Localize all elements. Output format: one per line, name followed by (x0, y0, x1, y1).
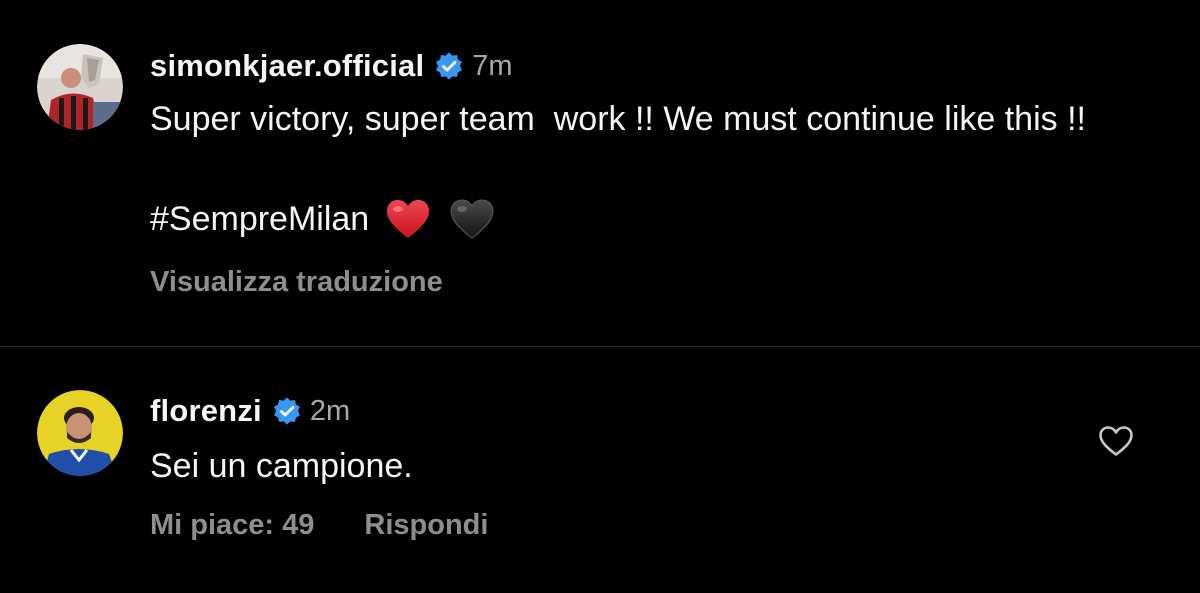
comment-actions: Mi piace: 49 Rispondi (150, 509, 488, 542)
black-heart-icon (450, 199, 494, 239)
avatar[interactable] (37, 390, 123, 476)
comments-screen: simonkjaer.official 7m Super victory, su… (0, 0, 1200, 593)
caption-text: Super victory, super team work !! We mus… (150, 100, 1086, 138)
username-link[interactable]: florenzi (150, 393, 262, 429)
verified-badge-icon (273, 397, 300, 425)
hashtag-link[interactable]: #SempreMilan (150, 197, 369, 241)
verified-badge-icon (436, 52, 463, 80)
red-heart-icon (387, 200, 430, 238)
avatar[interactable] (37, 44, 123, 130)
hashtag-line: #SempreMilan (150, 197, 495, 241)
likes-count-link[interactable]: Mi piace: 49 (150, 509, 314, 542)
post-header: simonkjaer.official 7m (150, 45, 513, 87)
timestamp: 2m (309, 394, 351, 427)
username-link[interactable]: simonkjaer.official (150, 48, 424, 84)
user-avatar-icon (37, 44, 123, 130)
post-caption: simonkjaer.official 7m Super victory, su… (0, 0, 1200, 346)
heart-outline-icon[interactable] (1098, 425, 1134, 457)
reply-button[interactable]: Rispondi (364, 509, 488, 542)
comment-item: florenzi 2m Sei un campione. Mi piace: 4… (0, 347, 1200, 593)
timestamp: 7m (472, 49, 513, 82)
see-translation-link[interactable]: Visualizza traduzione (150, 266, 443, 299)
comment-header: florenzi 2m (150, 392, 350, 430)
comment-text: Sei un campione. (150, 447, 413, 485)
user-avatar-icon (37, 390, 123, 476)
